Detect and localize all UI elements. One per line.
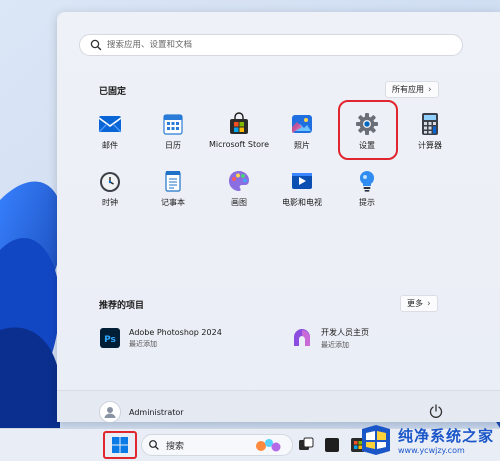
photos-icon <box>292 115 312 133</box>
power-icon[interactable] <box>428 403 444 419</box>
pinned-title: 已固定 <box>99 87 127 97</box>
recommended-item-subtitle: 最近添加 <box>321 340 349 349</box>
taskbar-search-box[interactable]: 搜索 <box>141 434 293 456</box>
app-label: 邮件 <box>102 141 118 150</box>
app-label: 计算器 <box>418 141 442 150</box>
pinned-app-paint[interactable]: 画图 <box>202 169 276 217</box>
search-highlight-icon <box>256 439 281 452</box>
recommended-item-photoshop[interactable]: Ps Adobe Photoshop 2024 最近添加 <box>99 324 222 352</box>
start-footer: Administrator <box>57 390 500 422</box>
pinned-app-photos[interactable]: 照片 <box>267 112 337 160</box>
watermark-url: www.ycwjzy.com <box>398 446 465 455</box>
pinned-app-mail[interactable]: 邮件 <box>75 112 145 160</box>
more-label: 更多 <box>407 299 423 308</box>
chevron-right-icon: › <box>427 298 431 309</box>
app-label: 记事本 <box>161 198 185 207</box>
windows-logo-icon <box>112 437 128 453</box>
taskbar-search-label: 搜索 <box>166 441 185 452</box>
movies-tv-icon <box>292 173 312 189</box>
watermark-logo-icon <box>362 425 390 455</box>
recommended-item-name: Adobe Photoshop 2024 <box>129 327 222 337</box>
user-account-button[interactable]: Administrator <box>99 401 184 422</box>
paint-icon <box>229 171 249 191</box>
pinned-app-clock[interactable]: 时钟 <box>75 169 145 217</box>
store-icon <box>230 112 248 134</box>
recommended-title: 推荐的项目 <box>99 301 145 311</box>
avatar <box>99 401 121 422</box>
search-input[interactable] <box>107 40 407 50</box>
pinned-app-tips[interactable]: 提示 <box>332 169 402 217</box>
pinned-app-microsoft-store[interactable]: Microsoft Store <box>202 112 276 160</box>
pinned-app-notepad[interactable]: 记事本 <box>138 169 208 217</box>
app-label: 时钟 <box>102 198 118 207</box>
tips-icon <box>359 170 375 192</box>
start-button[interactable] <box>103 431 137 459</box>
app-label: 画图 <box>231 198 247 207</box>
svg-text:Ps: Ps <box>104 335 116 345</box>
photoshop-icon: Ps <box>100 328 120 348</box>
notepad-icon <box>165 171 181 192</box>
task-view-icon[interactable] <box>298 437 314 453</box>
calculator-icon <box>422 113 438 135</box>
app-label: 日历 <box>165 141 181 150</box>
all-apps-button[interactable]: 所有应用 › <box>385 81 439 98</box>
app-label: Microsoft Store <box>208 140 270 149</box>
site-watermark: 纯净系统之家 www.ycwjzy.com <box>358 420 500 460</box>
terminal-icon[interactable] <box>324 437 340 453</box>
watermark-title: 纯净系统之家 <box>398 427 495 445</box>
search-icon <box>90 39 102 51</box>
app-label: 提示 <box>359 198 375 207</box>
start-search-box[interactable] <box>79 34 463 56</box>
dev-home-icon <box>294 329 310 346</box>
all-apps-label: 所有应用 <box>392 85 424 94</box>
recommended-item-subtitle: 最近添加 <box>129 339 157 348</box>
clock-icon <box>100 172 120 192</box>
mail-icon <box>98 116 122 133</box>
chevron-right-icon: › <box>428 84 432 95</box>
start-menu: 已固定 所有应用 › 邮件 日历 <box>57 12 500 422</box>
calendar-icon <box>163 114 183 135</box>
app-label: 照片 <box>294 141 310 150</box>
recommended-item-name: 开发人员主页 <box>321 327 369 337</box>
user-icon <box>104 407 116 418</box>
user-name: Administrator <box>129 407 184 417</box>
recommended-item-dev-home[interactable]: 开发人员主页 最近添加 <box>291 324 369 352</box>
settings-highlight-box <box>338 100 398 160</box>
more-button[interactable]: 更多 › <box>400 295 438 312</box>
app-label: 电影和电视 <box>282 198 322 207</box>
search-icon <box>149 440 159 450</box>
pinned-app-movies-tv[interactable]: 电影和电视 <box>267 169 337 217</box>
pinned-app-calculator[interactable]: 计算器 <box>395 112 465 160</box>
pinned-app-calendar[interactable]: 日历 <box>138 112 208 160</box>
